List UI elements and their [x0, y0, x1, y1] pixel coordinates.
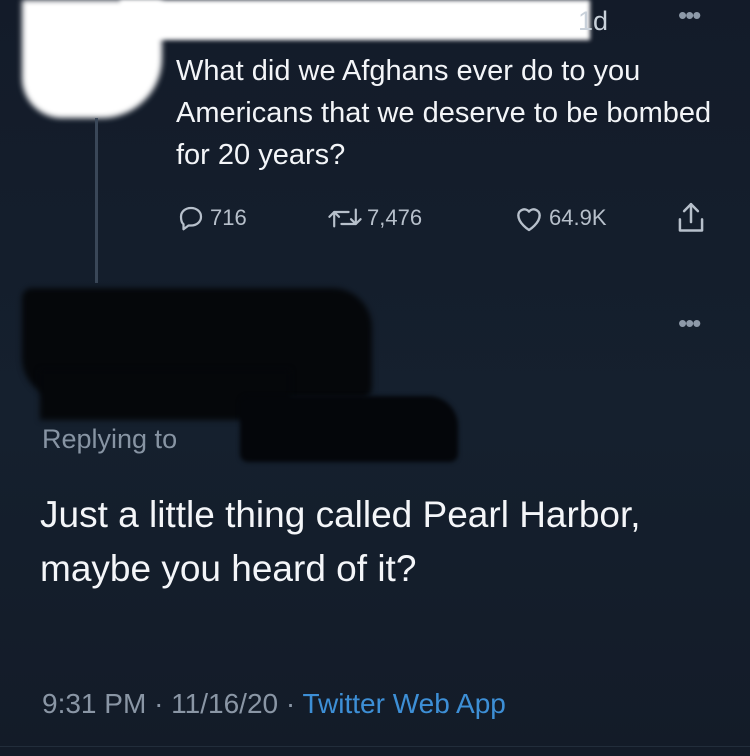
reply-action[interactable]: 716 [176, 203, 247, 233]
like-action[interactable]: 64.9K [513, 203, 607, 233]
original-tweet-text: What did we Afghans ever do to you Ameri… [176, 55, 712, 171]
retweet-count: 7,476 [367, 205, 423, 230]
redacted-author-name [120, 0, 590, 40]
retweet-icon [327, 203, 363, 233]
reply-more-options-icon[interactable]: ••• [678, 310, 701, 336]
bottom-divider [0, 746, 750, 747]
tweet-screenshot: 1d ••• What did we Afghans ever do to yo… [0, 0, 750, 756]
timestamp-date[interactable]: 11/16/20 [171, 688, 278, 719]
thread-connector-line [95, 118, 98, 283]
retweet-action[interactable]: 7,476 [327, 203, 422, 233]
tweet-metadata: 9:31 PM · 11/16/20 · Twitter Web App [42, 688, 506, 720]
meta-separator: · [154, 688, 164, 719]
share-icon [674, 200, 708, 236]
meta-separator-2: · [285, 688, 296, 719]
timestamp-time[interactable]: 9:31 PM [42, 688, 146, 719]
replying-to-label: Replying to [42, 424, 178, 454]
tweet-source-link[interactable]: Twitter Web App [302, 688, 505, 719]
redacted-replying-to-handle [240, 396, 458, 462]
reply-tweet-text: Just a little thing called Pearl Harbor,… [40, 494, 641, 589]
heart-icon [513, 203, 545, 233]
reply-count: 716 [210, 205, 247, 230]
more-options-icon[interactable]: ••• [678, 2, 701, 28]
share-action[interactable] [674, 200, 708, 236]
tweet-time-ago[interactable]: 1d [578, 6, 608, 37]
reply-icon [176, 203, 206, 233]
like-count: 64.9K [549, 205, 607, 230]
